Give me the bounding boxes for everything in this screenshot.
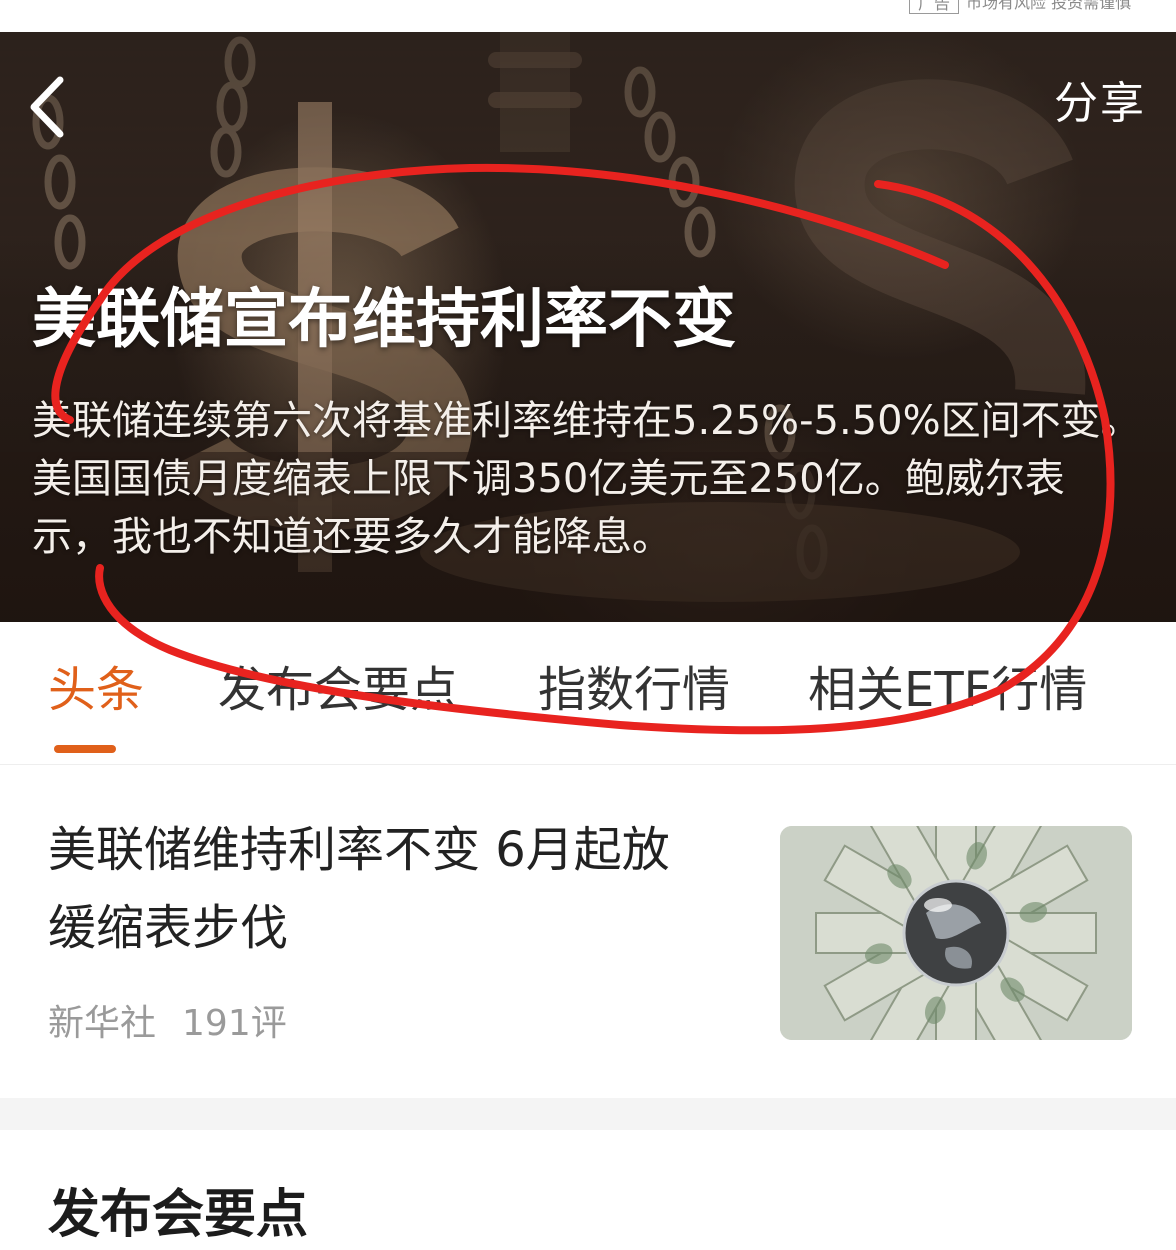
news-source: 新华社	[48, 1003, 157, 1044]
ad-badge: 广告	[909, 0, 960, 14]
section-divider	[0, 1098, 1176, 1130]
news-thumbnail-image[interactable]	[780, 826, 1132, 1040]
hero-title: 美联储宣布维持利率不变	[32, 283, 736, 357]
share-button[interactable]: 分享	[1054, 76, 1146, 132]
news-meta: 新华社 191评	[48, 999, 287, 1049]
tab-index-quotes[interactable]: 指数行情	[538, 660, 730, 720]
tab-bar: 头条 发布会要点 指数行情 相关ETF行情	[0, 622, 1176, 765]
ad-risk-notice: 市场有风险 投资需谨慎	[966, 0, 1132, 12]
tab-press-conference-points[interactable]: 发布会要点	[218, 660, 458, 720]
globe-on-banknotes-image	[780, 826, 1132, 1040]
hero-banner: 分享 美联储宣布维持利率不变 美联储连续第六次将基准利率维持在5.25%-5.5…	[0, 32, 1176, 622]
chevron-left-icon	[30, 76, 64, 138]
section-heading-press-points: 发布会要点	[48, 1185, 309, 1245]
ad-strip: 广告 市场有风险 投资需谨慎	[0, 0, 1176, 32]
news-title[interactable]: 美联储维持利率不变 6月起放缓缩表步伐	[48, 811, 708, 967]
active-tab-indicator	[54, 745, 116, 753]
tab-related-etf-quotes[interactable]: 相关ETF行情	[808, 660, 1087, 720]
news-comment-count[interactable]: 191评	[182, 1003, 287, 1044]
hero-description: 美联储连续第六次将基准利率维持在5.25%-5.50%区间不变。美国国债月度缩表…	[32, 398, 1141, 560]
back-button[interactable]	[22, 72, 82, 142]
news-card[interactable]: 美联储维持利率不变 6月起放缓缩表步伐 新华社 191评	[0, 765, 1176, 1098]
tab-headlines[interactable]: 头条	[48, 660, 144, 720]
